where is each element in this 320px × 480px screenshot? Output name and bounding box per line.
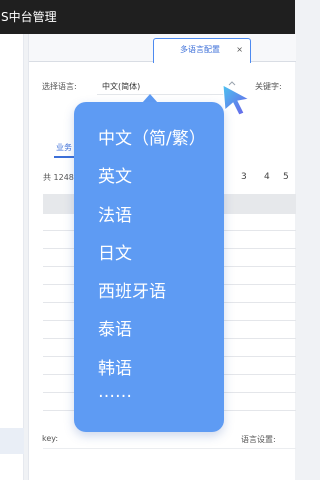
dropdown-item-thai[interactable]: 泰语 (98, 315, 132, 340)
tab-label: 多语言配置 (180, 45, 220, 54)
dropdown-item-english[interactable]: 英文 (98, 162, 132, 187)
divider (43, 448, 296, 449)
page-5[interactable]: 5 (283, 172, 289, 182)
total-count: 共 1248 (43, 173, 74, 182)
subtab-indicator (54, 156, 76, 158)
dropdown-item-spanish[interactable]: 西班牙语 (98, 277, 166, 302)
app-title-bar: S中台管理 (0, 0, 295, 34)
language-setting-label: 语言设置: (241, 435, 276, 444)
page-3[interactable]: 3 (241, 172, 247, 182)
dropdown-item-chinese[interactable]: 中文（简/繁） (98, 124, 206, 149)
key-label: key: (42, 434, 59, 443)
dropdown-item-more[interactable]: …… (98, 382, 132, 402)
close-icon[interactable]: × (236, 39, 243, 61)
dropdown-item-japanese[interactable]: 日文 (98, 239, 132, 264)
dropdown-item-french[interactable]: 法语 (98, 201, 132, 226)
app-title: S中台管理 (1, 10, 57, 24)
dropdown-item-korean[interactable]: 韩语 (98, 354, 132, 379)
sidebar-item-active[interactable] (0, 428, 24, 454)
tab-multilingual-config[interactable]: 多语言配置 × (153, 38, 251, 63)
language-label: 选择语言: (42, 82, 77, 91)
sidebar (0, 34, 24, 480)
subtab-business[interactable]: 业务 (56, 142, 72, 153)
language-dropdown: 中文（简/繁） 英文 法语 日文 西班牙语 泰语 韩语 …… (74, 102, 224, 432)
cursor-icon (222, 84, 251, 116)
page-4[interactable]: 4 (264, 172, 270, 182)
keyword-label: 关键字: (255, 82, 282, 91)
tab-strip: 多语言配置 × (29, 34, 296, 63)
language-select-value: 中文(简体) (102, 82, 141, 91)
